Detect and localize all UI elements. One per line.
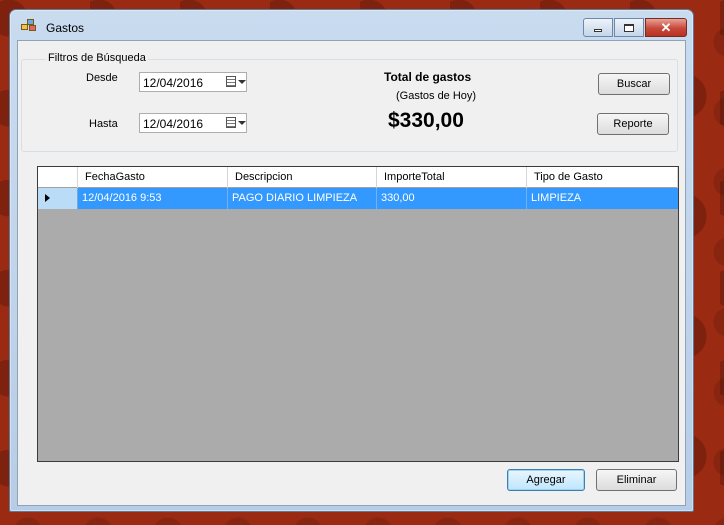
column-header-descripcion[interactable]: Descripcion xyxy=(228,167,377,188)
hasta-calendar-dropdown[interactable] xyxy=(226,117,246,130)
row-header[interactable] xyxy=(38,188,78,209)
cell-descripcion[interactable]: PAGO DIARIO LIMPIEZA xyxy=(228,188,377,209)
column-header-importetotal[interactable]: ImporteTotal xyxy=(377,167,527,188)
maximize-icon xyxy=(624,23,634,32)
grid-corner-header[interactable] xyxy=(38,167,78,188)
hasta-date-value: 12/04/2016 xyxy=(143,117,204,131)
cell-tipo-de-gasto[interactable]: LIMPIEZA xyxy=(527,188,678,209)
expenses-grid[interactable]: FechaGasto Descripcion ImporteTotal Tipo… xyxy=(37,166,679,462)
desde-label: Desde xyxy=(86,72,118,84)
chevron-down-icon xyxy=(238,80,246,84)
minimize-button[interactable] xyxy=(583,18,613,37)
close-icon: ✕ xyxy=(660,19,672,35)
title-bar[interactable]: Gastos ✕ xyxy=(10,10,693,40)
app-icon[interactable] xyxy=(21,19,37,33)
hasta-label: Hasta xyxy=(89,118,118,130)
close-button[interactable]: ✕ xyxy=(645,18,687,37)
caption-buttons: ✕ xyxy=(582,18,687,38)
reporte-button[interactable]: Reporte xyxy=(597,113,669,135)
cell-importetotal[interactable]: 330,00 xyxy=(377,188,527,209)
eliminar-button[interactable]: Eliminar xyxy=(596,469,677,491)
total-title: Total de gastos xyxy=(384,70,472,84)
grid-header: FechaGasto Descripcion ImporteTotal Tipo… xyxy=(38,167,678,188)
total-subtitle: (Gastos de Hoy) xyxy=(396,90,477,102)
desde-calendar-dropdown[interactable] xyxy=(226,76,246,89)
cell-fechagasto[interactable]: 12/04/2016 9:53 xyxy=(78,188,228,209)
column-header-tipo-de-gasto[interactable]: Tipo de Gasto xyxy=(527,167,678,188)
table-row[interactable]: 12/04/2016 9:53 PAGO DIARIO LIMPIEZA 330… xyxy=(38,188,678,209)
calendar-icon xyxy=(226,76,236,87)
total-amount: $330,00 xyxy=(388,109,464,132)
buscar-button[interactable]: Buscar xyxy=(598,73,670,95)
hasta-datepicker[interactable]: 12/04/2016 xyxy=(139,113,247,133)
filters-legend: Filtros de Búsqueda xyxy=(46,52,148,64)
maximize-button[interactable] xyxy=(614,18,644,37)
agregar-button[interactable]: Agregar xyxy=(507,469,585,491)
calendar-icon xyxy=(226,117,236,128)
column-header-fechagasto[interactable]: FechaGasto xyxy=(78,167,228,188)
minimize-icon xyxy=(594,29,602,32)
desde-datepicker[interactable]: 12/04/2016 xyxy=(139,72,247,92)
chevron-down-icon xyxy=(238,121,246,125)
filters-groupbox xyxy=(21,59,678,152)
window-title: Gastos xyxy=(46,21,85,35)
desde-date-value: 12/04/2016 xyxy=(143,76,204,90)
row-pointer-icon xyxy=(45,194,50,202)
